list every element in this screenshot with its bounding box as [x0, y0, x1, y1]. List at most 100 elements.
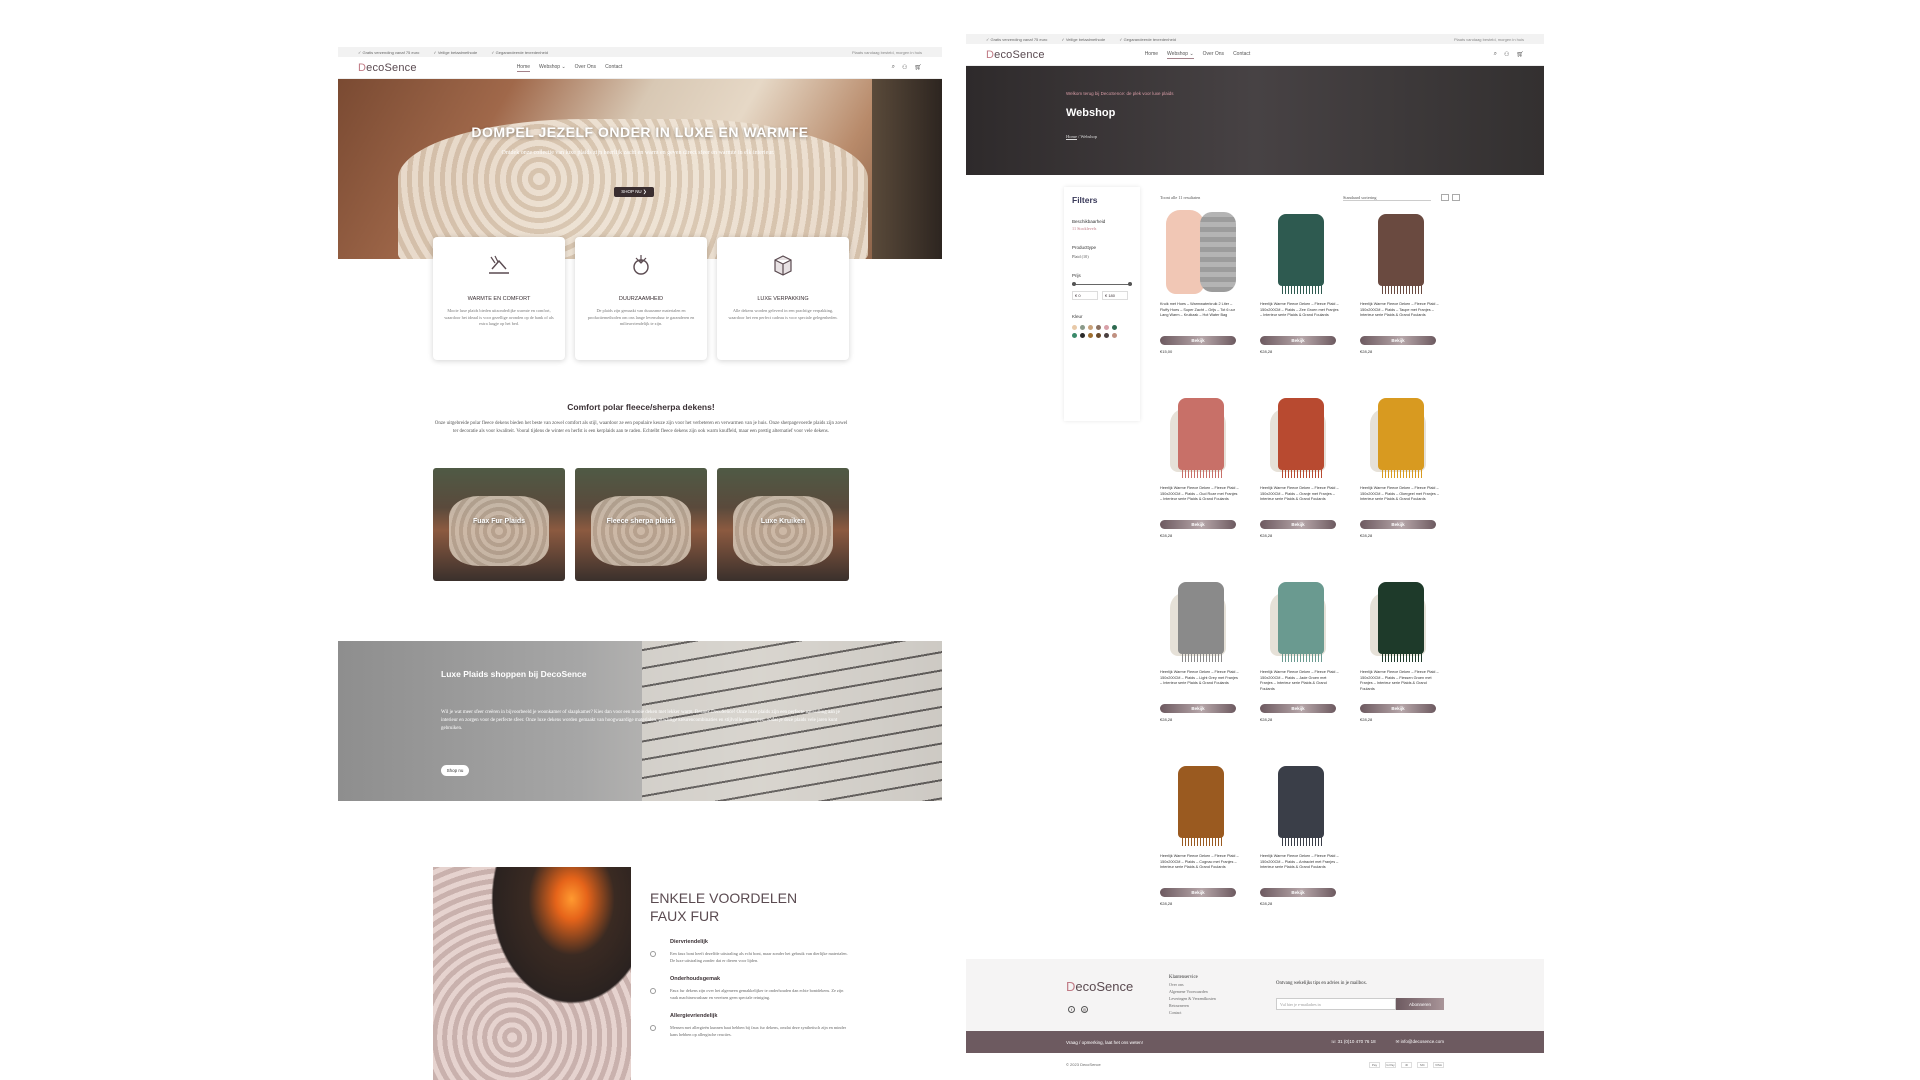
color-swatch[interactable] — [1072, 333, 1077, 338]
breadcrumb-home[interactable]: Home — [1066, 134, 1077, 139]
color-swatch[interactable] — [1104, 333, 1109, 338]
product-name[interactable]: Heerlijk Warme Fleece Deken – Fleece Pla… — [1260, 302, 1340, 336]
nav-over-ons[interactable]: Over Ons — [1203, 51, 1224, 59]
product-image[interactable] — [1260, 390, 1340, 482]
nav-webshop[interactable]: Webshop ⌄ — [539, 64, 566, 72]
email-link[interactable]: ✉ info@decosence.com — [1396, 1039, 1444, 1045]
banner-shop-button[interactable]: Shop nu — [441, 765, 469, 776]
view-product-button[interactable]: Bekijk — [1260, 336, 1336, 345]
instagram-icon[interactable]: ◎ — [1081, 1006, 1088, 1013]
usp-item: ✓ Gegarandeerde tevredenheid — [491, 49, 548, 55]
price-min-input[interactable]: € 0 — [1072, 291, 1098, 300]
color-swatch[interactable] — [1088, 325, 1093, 330]
product-card[interactable]: Kruik met Hoes – Warmwaterkruik 2 Liter … — [1160, 206, 1240, 390]
color-swatch[interactable] — [1112, 333, 1117, 338]
view-product-button[interactable]: Bekijk — [1260, 704, 1336, 713]
search-icon[interactable]: ⌕ — [1494, 51, 1497, 58]
product-card[interactable]: Heerlijk Warme Fleece Deken – Fleece Pla… — [1360, 390, 1440, 574]
product-name[interactable]: Kruik met Hoes – Warmwaterkruik 2 Liter … — [1160, 302, 1240, 336]
list-view-icon[interactable] — [1452, 194, 1460, 201]
filter-availability-label[interactable]: Beschikbaarheid — [1072, 219, 1132, 224]
product-image[interactable] — [1160, 758, 1240, 850]
product-image[interactable] — [1360, 206, 1440, 298]
sort-select[interactable]: Standaard sortering — [1343, 195, 1431, 201]
view-product-button[interactable]: Bekijk — [1360, 520, 1436, 529]
color-swatch[interactable] — [1072, 325, 1077, 330]
price-max-input[interactable]: € 180 — [1102, 291, 1128, 300]
product-name[interactable]: Heerlijk Warme Fleece Deken – Fleece Pla… — [1360, 486, 1440, 520]
footer-link[interactable]: Retourneren — [1169, 1003, 1216, 1008]
color-swatch[interactable] — [1096, 325, 1101, 330]
site-logo[interactable]: DecoSence — [986, 49, 1045, 61]
grid-view-icon[interactable] — [1441, 194, 1449, 201]
footer-link[interactable]: Over ons — [1169, 982, 1216, 987]
category-tile-kruiken[interactable]: Luxe Kruiken — [717, 468, 849, 581]
product-card[interactable]: Heerlijk Warme Fleece Deken – Fleece Pla… — [1160, 390, 1240, 574]
product-card[interactable]: Heerlijk Warme Fleece Deken – Fleece Pla… — [1260, 574, 1340, 758]
product-name[interactable]: Heerlijk Warme Fleece Deken – Fleece Pla… — [1260, 670, 1340, 704]
view-product-button[interactable]: Bekijk — [1260, 888, 1336, 897]
view-product-button[interactable]: Bekijk — [1160, 336, 1236, 345]
product-image[interactable] — [1160, 206, 1240, 298]
site-logo[interactable]: DecoSence — [358, 62, 417, 74]
product-image[interactable] — [1260, 574, 1340, 666]
footer-logo[interactable]: DecoSence — [1066, 979, 1133, 994]
nav-webshop[interactable]: Webshop ⌄ — [1167, 51, 1194, 59]
cart-icon[interactable]: 🛒︎ — [914, 64, 922, 71]
product-name[interactable]: Heerlijk Warme Fleece Deken – Fleece Pla… — [1260, 854, 1340, 888]
color-swatch[interactable] — [1112, 325, 1117, 330]
product-name[interactable]: Heerlijk Warme Fleece Deken – Fleece Pla… — [1260, 486, 1340, 520]
product-image[interactable] — [1360, 574, 1440, 666]
footer-link[interactable]: Algemene Voorwaarden — [1169, 989, 1216, 994]
footer-link[interactable]: Contact — [1169, 1010, 1216, 1015]
view-product-button[interactable]: Bekijk — [1260, 520, 1336, 529]
filter-producttype-label[interactable]: Producttype — [1072, 245, 1132, 250]
nav-contact[interactable]: Contact — [1233, 51, 1250, 59]
category-tile-fleece[interactable]: Fleece sherpa plaids — [575, 468, 707, 581]
shop-now-button[interactable]: SHOP NU ❯ — [614, 187, 654, 197]
nav-contact[interactable]: Contact — [605, 64, 622, 72]
nav-home[interactable]: Home — [516, 64, 531, 72]
account-icon[interactable]: ⚇ — [1504, 51, 1509, 58]
color-swatch[interactable] — [1080, 325, 1085, 330]
product-name[interactable]: Heerlijk Warme Fleece Deken – Fleece Pla… — [1160, 486, 1240, 520]
view-product-button[interactable]: Bekijk — [1160, 520, 1236, 529]
product-name[interactable]: Heerlijk Warme Fleece Deken – Fleece Pla… — [1360, 302, 1440, 336]
view-product-button[interactable]: Bekijk — [1360, 336, 1436, 345]
view-product-button[interactable]: Bekijk — [1360, 704, 1436, 713]
product-card[interactable]: Heerlijk Warme Fleece Deken – Fleece Pla… — [1260, 206, 1340, 390]
cart-icon[interactable]: 🛒︎ — [1516, 51, 1524, 58]
product-card[interactable]: Heerlijk Warme Fleece Deken – Fleece Pla… — [1260, 390, 1340, 574]
view-product-button[interactable]: Bekijk — [1160, 888, 1236, 897]
search-icon[interactable]: ⌕ — [892, 64, 895, 71]
color-swatch[interactable] — [1096, 333, 1101, 338]
product-card[interactable]: Heerlijk Warme Fleece Deken – Fleece Pla… — [1160, 758, 1240, 942]
account-icon[interactable]: ⚇ — [902, 64, 907, 71]
color-swatch[interactable] — [1080, 333, 1085, 338]
product-image[interactable] — [1160, 574, 1240, 666]
product-image[interactable] — [1160, 390, 1240, 482]
product-card[interactable]: Heerlijk Warme Fleece Deken – Fleece Pla… — [1360, 206, 1440, 390]
nav-home[interactable]: Home — [1145, 51, 1158, 59]
filter-producttype-option[interactable]: Plaid (10) — [1072, 254, 1132, 259]
product-image[interactable] — [1260, 206, 1340, 298]
product-image[interactable] — [1260, 758, 1340, 850]
color-swatch[interactable] — [1104, 325, 1109, 330]
subscribe-button[interactable]: Abonneren — [1396, 998, 1444, 1010]
price-slider[interactable] — [1072, 282, 1132, 286]
newsletter-email-input[interactable]: Vul hier je e-mailadres in — [1276, 998, 1396, 1010]
footer-link[interactable]: Leveringen & Verzendkosten — [1169, 996, 1216, 1001]
color-swatch[interactable] — [1088, 333, 1093, 338]
product-name[interactable]: Heerlijk Warme Fleece Deken – Fleece Pla… — [1360, 670, 1440, 704]
nav-over-ons[interactable]: Over Ons — [575, 64, 596, 72]
product-card[interactable]: Heerlijk Warme Fleece Deken – Fleece Pla… — [1260, 758, 1340, 942]
product-name[interactable]: Heerlijk Warme Fleece Deken – Fleece Pla… — [1160, 670, 1240, 704]
phone-link[interactable]: ☏ 31 (0)10 470 76 18 — [1331, 1039, 1376, 1045]
product-name[interactable]: Heerlijk Warme Fleece Deken – Fleece Pla… — [1160, 854, 1240, 888]
product-card[interactable]: Heerlijk Warme Fleece Deken – Fleece Pla… — [1360, 574, 1440, 758]
product-card[interactable]: Heerlijk Warme Fleece Deken – Fleece Pla… — [1160, 574, 1240, 758]
category-tile-faux-fur[interactable]: Fuax Fur Plaids — [433, 468, 565, 581]
view-product-button[interactable]: Bekijk — [1160, 704, 1236, 713]
facebook-icon[interactable]: f — [1068, 1006, 1075, 1013]
product-image[interactable] — [1360, 390, 1440, 482]
